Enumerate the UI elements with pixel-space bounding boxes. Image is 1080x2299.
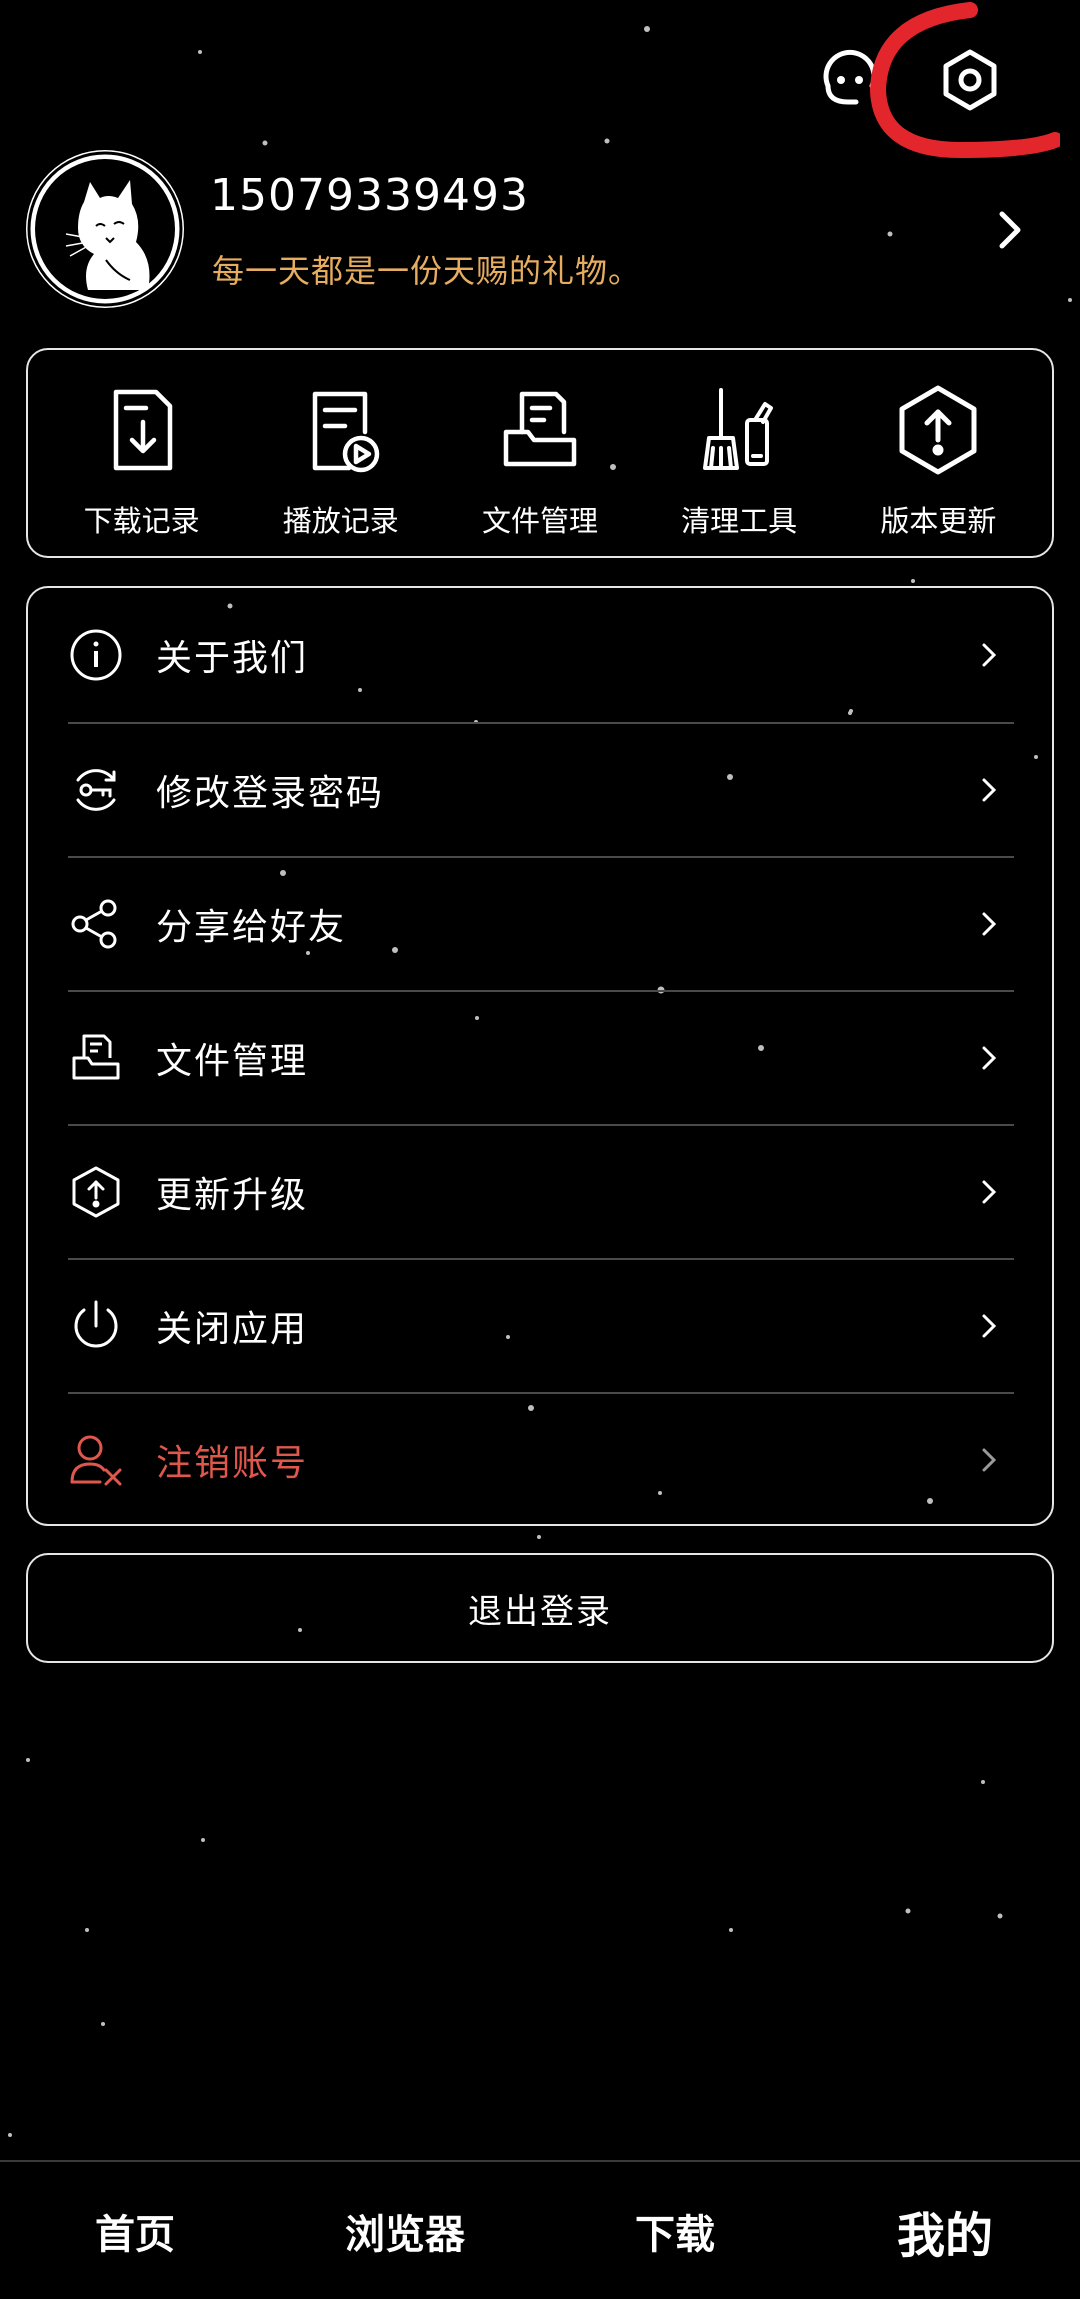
- chevron-right-icon[interactable]: [986, 206, 1034, 254]
- menu-item-label: 注销账号: [156, 1443, 309, 1484]
- menu-item-label: 更新升级: [156, 1175, 309, 1216]
- chevron-right-icon: [982, 1314, 997, 1338]
- settings-menu-card: 关于我们 修改登录密码 分享给好友 文件管理 更新升级 关闭应用 注销账号: [26, 586, 1054, 1526]
- quick-action-label: 播放记录: [282, 504, 399, 538]
- quick-action-label: 清理工具: [681, 504, 798, 538]
- nav-tab-browser[interactable]: 浏览器: [270, 2162, 540, 2299]
- broom-cleanup-icon: [703, 388, 774, 470]
- key-icon: [68, 762, 124, 818]
- nav-tab-home[interactable]: 首页: [0, 2162, 270, 2299]
- chevron-right-icon: [982, 1046, 997, 1070]
- delete-user-icon: [68, 1432, 124, 1488]
- settings-hexagon-icon[interactable]: [930, 40, 1010, 120]
- bottom-navigation: 首页 浏览器 下载 我的: [0, 2160, 1080, 2299]
- menu-item-label: 修改登录密码: [156, 773, 385, 814]
- quick-actions-card: 下载记录 播放记录 文件管理 清理工具 版本更新: [26, 348, 1054, 558]
- quick-action-file-manage[interactable]: 文件管理: [445, 350, 635, 556]
- quick-action-label: 下载记录: [83, 504, 200, 538]
- power-icon: [68, 1298, 124, 1354]
- share-icon: [68, 896, 124, 952]
- quick-action-download-record[interactable]: 下载记录: [47, 350, 237, 556]
- download-record-icon: [113, 389, 172, 471]
- file-manage-icon: [503, 391, 577, 467]
- menu-item-label: 分享给好友: [156, 907, 347, 948]
- chevron-right-icon: [982, 912, 997, 936]
- nav-tab-download[interactable]: 下载: [540, 2162, 810, 2299]
- upgrade-icon: [68, 1164, 124, 1220]
- info-icon: [68, 627, 124, 683]
- menu-item-label: 关于我们: [156, 638, 309, 679]
- chevron-right-icon: [982, 778, 997, 802]
- robot-face-icon[interactable]: [810, 40, 890, 120]
- username: 15079339493: [210, 170, 529, 221]
- menu-item-label: 关闭应用: [156, 1309, 309, 1350]
- profile-header[interactable]: 15079339493 每一天都是一份天赐的礼物。: [26, 150, 1054, 310]
- chevron-right-icon: [982, 643, 997, 667]
- quick-action-play-record[interactable]: 播放记录: [246, 350, 436, 556]
- menu-item-upgrade[interactable]: 更新升级: [68, 1125, 1014, 1259]
- top-action-bar: [780, 2, 1060, 159]
- quick-action-version-update[interactable]: 版本更新: [843, 350, 1033, 556]
- menu-item-delete-account[interactable]: 注销账号: [68, 1393, 1014, 1527]
- quick-action-label: 版本更新: [880, 504, 997, 538]
- menu-item-file-manage[interactable]: 文件管理: [68, 991, 1014, 1125]
- menu-item-change-password[interactable]: 修改登录密码: [68, 723, 1014, 857]
- upload-hexagon-icon: [899, 385, 977, 475]
- menu-item-share[interactable]: 分享给好友: [68, 857, 1014, 991]
- quick-action-cleanup[interactable]: 清理工具: [644, 350, 834, 556]
- chevron-right-icon: [982, 1180, 997, 1204]
- user-motto: 每一天都是一份天赐的礼物。: [212, 252, 642, 290]
- nav-tab-mine[interactable]: 我的: [810, 2162, 1080, 2299]
- play-record-icon: [312, 391, 380, 473]
- menu-item-label: 文件管理: [156, 1041, 309, 1082]
- avatar[interactable]: [26, 150, 184, 308]
- logout-button[interactable]: 退出登录: [26, 1553, 1054, 1663]
- chevron-right-icon: [982, 1448, 997, 1472]
- menu-item-close-app[interactable]: 关闭应用: [68, 1259, 1014, 1393]
- menu-item-about-us[interactable]: 关于我们: [68, 588, 1014, 722]
- file-drawer-icon: [68, 1030, 124, 1086]
- quick-action-label: 文件管理: [481, 504, 598, 538]
